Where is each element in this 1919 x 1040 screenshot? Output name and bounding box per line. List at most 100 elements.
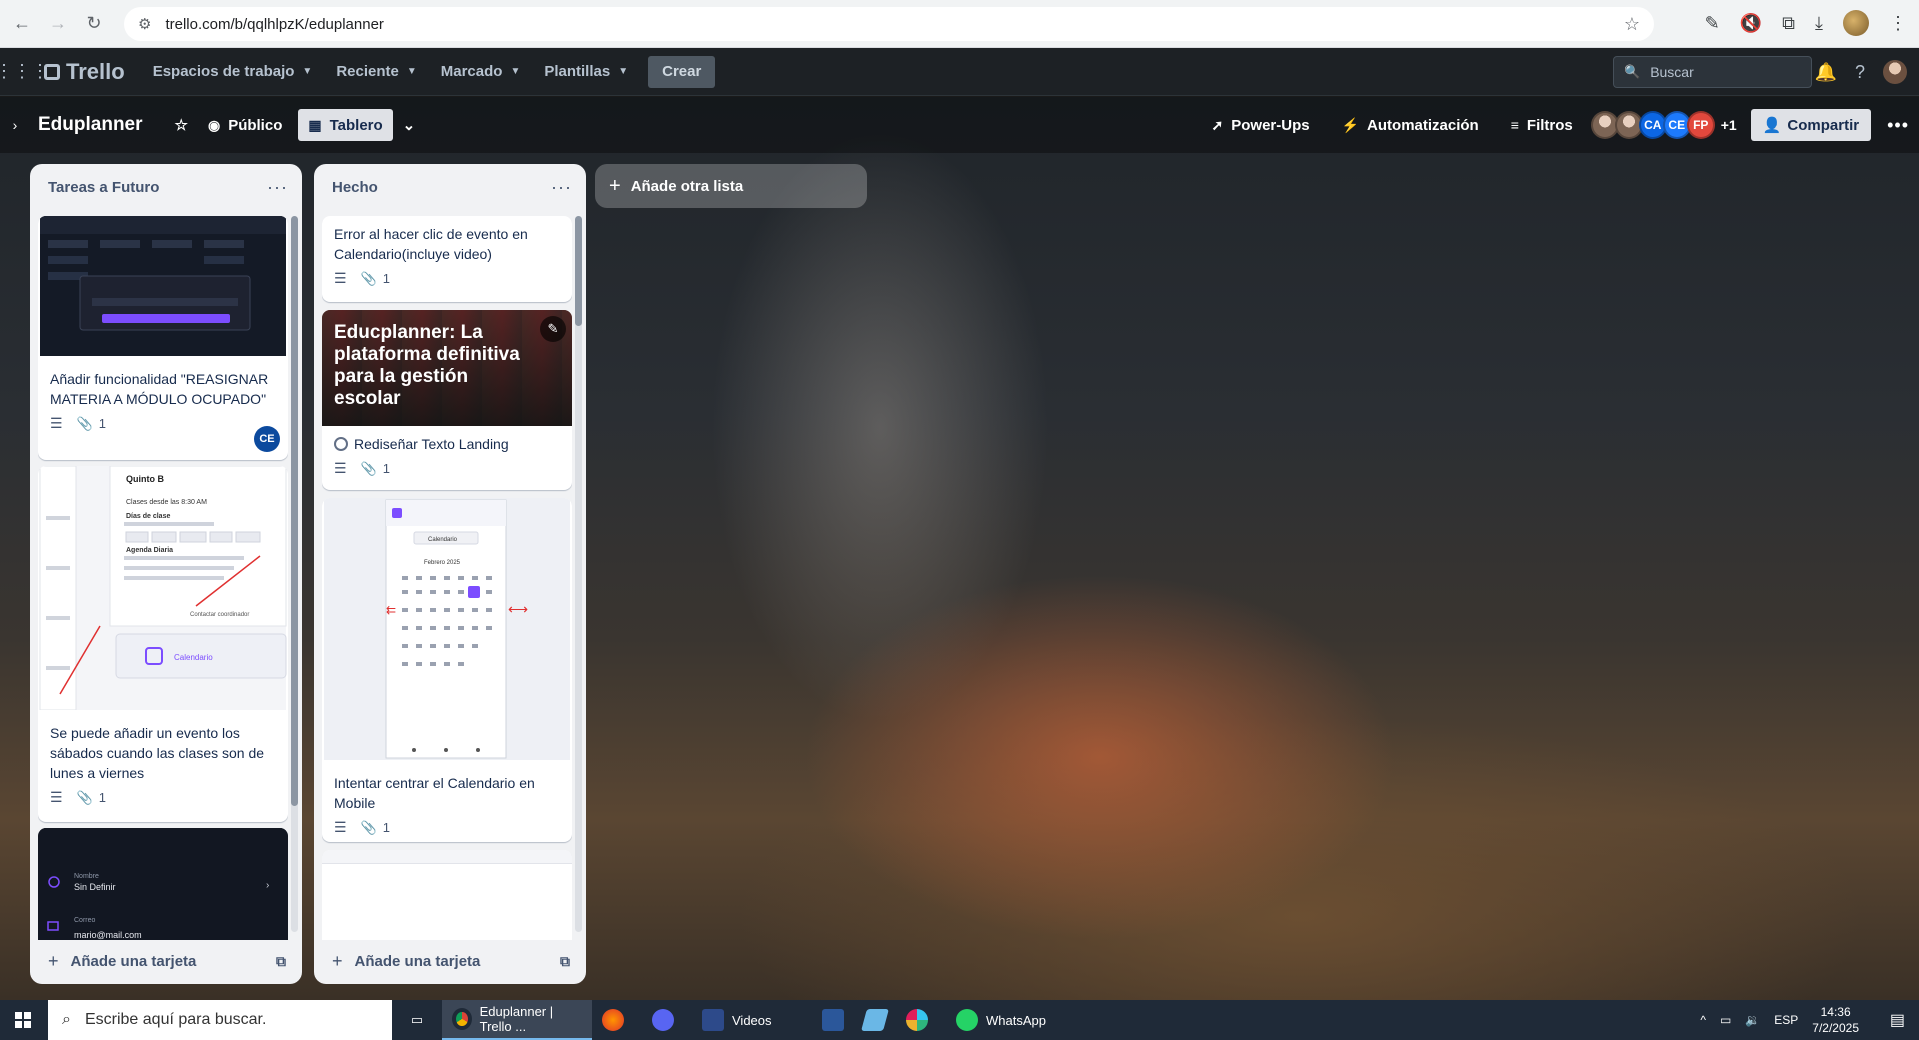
views-dropdown-icon[interactable]: ⌄ — [393, 109, 426, 141]
card[interactable]: Añadir funcionalidad "REASIGNAR MATERIA … — [38, 216, 288, 460]
task-view-icon[interactable]: ▭ — [392, 1000, 442, 1040]
card-title: Error al hacer clic de evento en Calenda… — [334, 226, 528, 262]
more-members-count[interactable]: +1 — [1721, 117, 1737, 133]
site-info-icon[interactable]: ⚙ — [138, 15, 151, 33]
complete-checkbox[interactable] — [334, 437, 348, 451]
taskbar-word[interactable] — [812, 1000, 854, 1040]
board-menu-icon[interactable]: ••• — [1887, 115, 1909, 136]
card-title: Rediseñar Texto Landing — [354, 436, 509, 452]
card[interactable]: Nombre Sin Definir › Correo mario@mail.c… — [38, 828, 288, 940]
list-tareas-a-futuro: Tareas a Futuro ··· Añadir funcionalidad… — [30, 164, 302, 984]
svg-text:›: › — [266, 880, 269, 891]
windows-start-icon[interactable] — [0, 1000, 46, 1040]
attachment-count: 1 — [382, 271, 390, 286]
language-indicator[interactable]: ESP — [1774, 1013, 1798, 1027]
taskbar-app[interactable] — [854, 1000, 896, 1040]
create-button[interactable]: Crear — [648, 55, 716, 88]
help-icon[interactable]: ? — [1855, 62, 1865, 83]
volume-icon[interactable]: 🔉 — [1745, 1013, 1760, 1027]
pen-extension-icon[interactable]: ✎ — [1705, 13, 1720, 34]
card[interactable]: Educplanner: La plataforma definitiva pa… — [322, 310, 572, 490]
forward-icon[interactable]: → — [44, 10, 72, 38]
network-icon[interactable]: ▭ — [1720, 1013, 1731, 1027]
visibility-button[interactable]: ◉ Público — [198, 109, 292, 141]
member-avatar-fp[interactable]: FP — [1686, 111, 1715, 139]
attachment-icon: 📎 — [76, 415, 93, 431]
card[interactable]: Error al hacer clic de evento en Calenda… — [322, 216, 572, 302]
reload-icon[interactable]: ↻ — [80, 10, 108, 38]
svg-text:Clases desde las 8:30 AM: Clases desde las 8:30 AM — [126, 499, 207, 506]
slack-icon — [906, 1009, 928, 1031]
clock[interactable]: 14:36 7/2/2025 — [1812, 1004, 1859, 1036]
taskbar: ⌕ Escribe aquí para buscar. ▭ Eduplanner… — [0, 1000, 1919, 1040]
tray-chevron-up-icon[interactable]: ^ — [1700, 1013, 1706, 1027]
menu-recent[interactable]: Reciente ▼ — [324, 56, 428, 88]
taskbar-search-input[interactable]: ⌕ Escribe aquí para buscar. — [48, 1000, 392, 1040]
back-icon[interactable]: ← — [8, 10, 36, 38]
browser-menu-icon[interactable]: ⋮ — [1889, 13, 1907, 34]
search-icon: ⌕ — [62, 1011, 71, 1028]
share-button[interactable]: 👤 Compartir — [1750, 109, 1872, 141]
card-member-avatar[interactable]: CE — [254, 426, 280, 452]
address-bar[interactable]: ⚙ trello.com/b/qqlhlpzK/eduplanner ☆ — [124, 7, 1654, 41]
list-title[interactable]: Tareas a Futuro — [48, 179, 159, 196]
board-title[interactable]: Eduplanner — [38, 114, 143, 136]
star-board-icon[interactable]: ☆ — [165, 109, 198, 141]
add-card-button[interactable]: + Añade una tarjeta ⧉ — [324, 944, 576, 978]
create-from-template-icon[interactable]: ⧉ — [276, 953, 286, 970]
edit-card-icon[interactable]: ✎ — [540, 316, 566, 342]
taskbar-whatsapp[interactable]: WhatsApp — [946, 1000, 1056, 1040]
taskbar-discord[interactable] — [642, 1000, 692, 1040]
board-view-button[interactable]: ▦ Tablero — [298, 109, 393, 141]
chevron-down-icon: ▼ — [510, 66, 521, 77]
taskbar-firefox[interactable] — [592, 1000, 642, 1040]
trello-logo[interactable]: Trello — [44, 59, 125, 85]
taskbar-chrome-window[interactable]: Eduplanner | Trello ... — [442, 1000, 592, 1040]
card-cover-image — [40, 216, 286, 356]
list-scrollbar[interactable] — [575, 216, 582, 932]
card[interactable] — [322, 850, 572, 940]
whatsapp-icon — [956, 1009, 978, 1031]
filters-button[interactable]: ≡ Filtros — [1501, 109, 1583, 141]
account-avatar[interactable] — [1883, 60, 1907, 84]
menu-templates[interactable]: Plantillas ▼ — [532, 56, 640, 88]
list-scrollbar[interactable] — [291, 216, 298, 932]
list-actions-icon[interactable]: ··· — [267, 177, 288, 198]
board-view-icon: ▦ — [308, 116, 322, 133]
plus-icon: + — [332, 950, 343, 971]
attachment-icon: 📎 — [360, 460, 377, 476]
sidebar-toggle-icon[interactable]: › — [0, 97, 30, 153]
card-title: Añadir funcionalidad "REASIGNAR MATERIA … — [50, 371, 269, 407]
create-from-template-icon[interactable]: ⧉ — [560, 953, 570, 970]
notifications-icon[interactable]: 🔔 — [1815, 62, 1837, 83]
notification-center-icon[interactable]: ▤ — [1890, 1010, 1905, 1030]
attachment-count: 1 — [98, 416, 106, 431]
chevron-down-icon: ▼ — [406, 66, 417, 77]
add-list-button[interactable]: + Añade otra lista — [595, 164, 867, 208]
search-input[interactable]: 🔍 Buscar — [1613, 56, 1812, 88]
add-card-button[interactable]: + Añade una tarjeta ⧉ — [40, 944, 292, 978]
menu-workspaces[interactable]: Espacios de trabajo ▼ — [141, 56, 325, 88]
taskbar-slack[interactable] — [896, 1000, 946, 1040]
powerups-button[interactable]: ➚ Power-Ups — [1202, 109, 1320, 141]
mute-icon[interactable]: 🔇 — [1740, 13, 1762, 34]
app-switcher-icon[interactable]: ⋮⋮⋮ — [0, 48, 49, 96]
browser-profile-avatar[interactable] — [1843, 10, 1869, 36]
attachment-count: 1 — [382, 820, 390, 835]
list-actions-icon[interactable]: ··· — [551, 177, 572, 198]
menu-starred[interactable]: Marcado ▼ — [429, 56, 533, 88]
download-icon[interactable]: ⤓ — [1815, 13, 1823, 34]
svg-text:Contactar coordinador: Contactar coordinador — [190, 612, 249, 618]
bookmark-star-icon[interactable]: ☆ — [1624, 14, 1640, 35]
card[interactable]: Calendario Febrero 2025 ⇇ ⟷ Intentar cen… — [322, 498, 572, 842]
trello-header: ⋮⋮⋮ Trello Espacios de trabajo ▼ Reciente… — [0, 48, 1919, 96]
attachment-count: 1 — [98, 790, 106, 805]
browser-toolbar: ← → ↻ ⚙ trello.com/b/qqlhlpzK/eduplanner… — [0, 0, 1919, 48]
extensions-icon[interactable]: ⧉ — [1782, 13, 1795, 34]
automation-button[interactable]: ⚡ Automatización — [1332, 109, 1489, 141]
description-icon: ☰ — [50, 415, 63, 431]
card[interactable]: Quinto B Clases desde las 8:30 AM Días d… — [38, 466, 288, 822]
taskbar-videos-folder[interactable]: Videos — [692, 1000, 812, 1040]
board-header: › Eduplanner ☆ ◉ Público ▦ Tablero ⌄ ➚ Powe… — [0, 97, 1919, 153]
list-title[interactable]: Hecho — [332, 179, 378, 196]
